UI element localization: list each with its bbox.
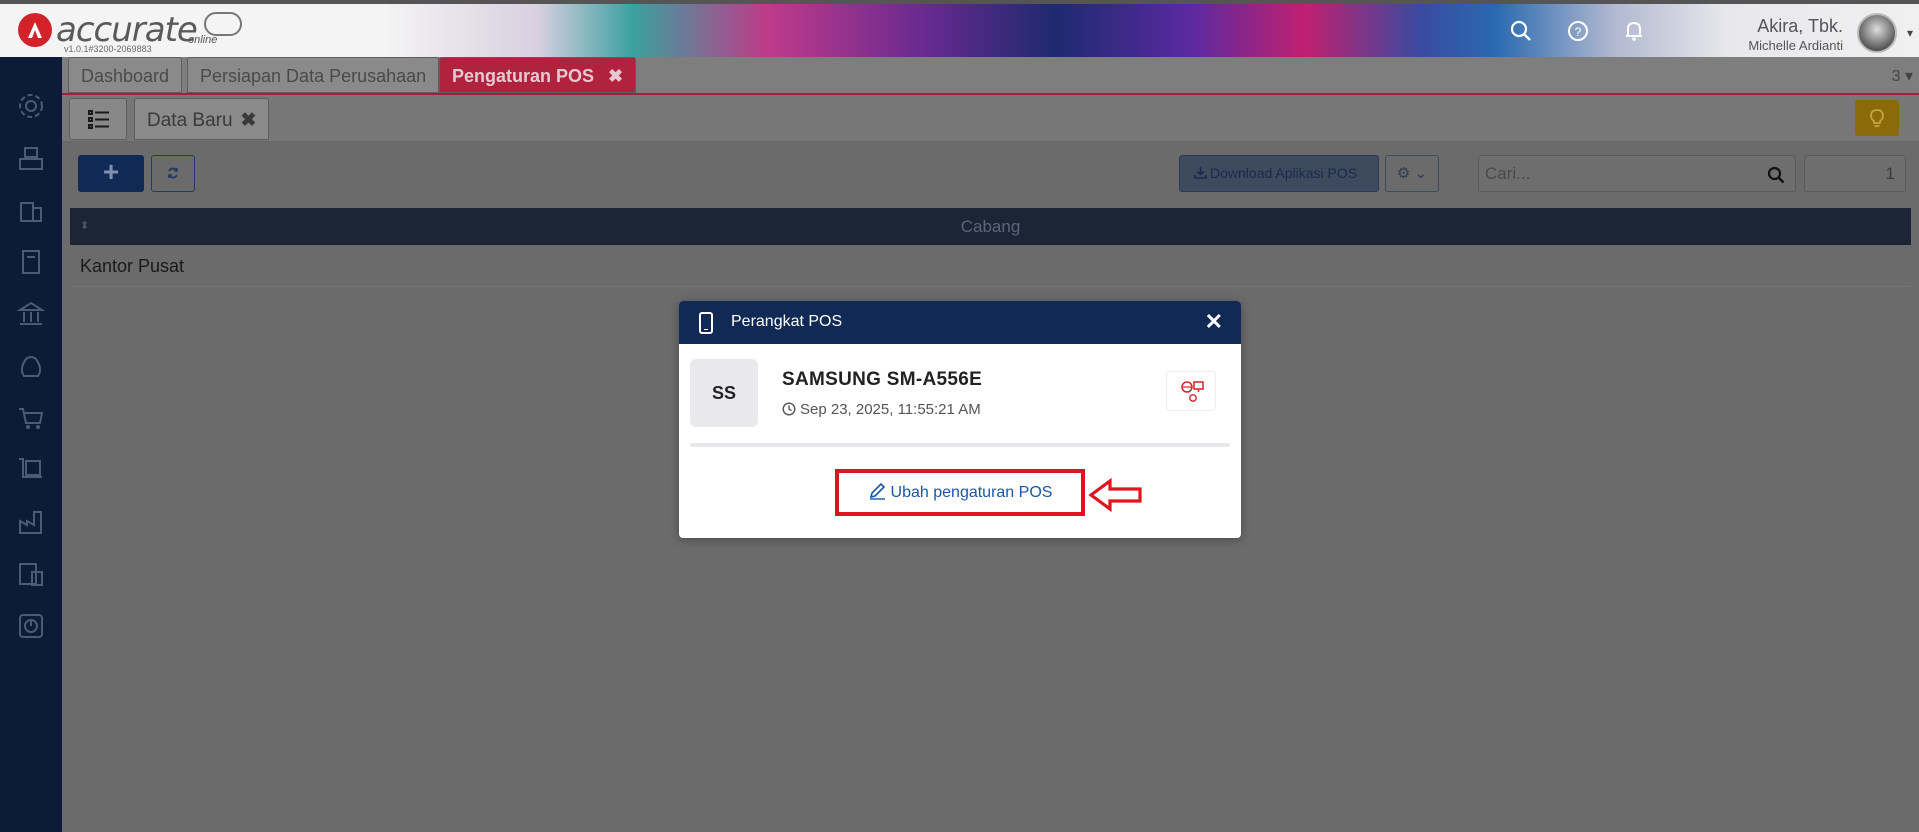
settings-dropdown-button[interactable]: ⚙ ⌄ bbox=[1385, 155, 1439, 192]
factory-icon[interactable] bbox=[16, 507, 46, 537]
version-label: v1.0.1#3200-2069883 bbox=[64, 44, 152, 54]
pencil-icon bbox=[869, 482, 885, 500]
help-icon[interactable]: ? bbox=[1565, 18, 1591, 44]
download-pos-app-button[interactable]: Download Aplikasi POS bbox=[1179, 155, 1379, 192]
chevron-down-icon[interactable]: ▾ bbox=[1907, 26, 1913, 40]
cloud-icon bbox=[204, 12, 242, 36]
svg-text:?: ? bbox=[1575, 25, 1582, 39]
device-network-button[interactable] bbox=[1166, 371, 1216, 411]
tab-label: Dashboard bbox=[81, 66, 170, 86]
gear-icon: ⚙ bbox=[1396, 165, 1411, 182]
edit-pos-settings-link[interactable]: Ubah pengaturan POS bbox=[835, 469, 1085, 516]
refresh-icon bbox=[168, 167, 178, 179]
divider bbox=[690, 443, 1230, 447]
chevron-down-icon: ⌄ bbox=[1414, 165, 1428, 182]
tax-icon[interactable] bbox=[16, 559, 46, 589]
modal-title: Perangkat POS bbox=[731, 313, 843, 330]
device-timestamp: Sep 23, 2025, 11:55:21 AM bbox=[782, 401, 981, 418]
book-icon[interactable] bbox=[16, 247, 46, 277]
column-header-cabang[interactable]: Cabang bbox=[961, 217, 1021, 236]
device-name: SAMSUNG SM-A556E bbox=[782, 369, 983, 390]
tab-pengaturan-pos[interactable]: Pengaturan POS ✖ bbox=[439, 57, 637, 93]
tab-persiapan-data[interactable]: Persiapan Data Perusahaan bbox=[187, 57, 440, 93]
user-name: Michelle Ardianti bbox=[1748, 38, 1843, 53]
list-icon bbox=[88, 110, 109, 129]
lightbulb-icon bbox=[1870, 109, 1884, 127]
search-box bbox=[1478, 155, 1796, 192]
modal-header: Perangkat POS ✕ bbox=[679, 301, 1241, 344]
refresh-button[interactable] bbox=[151, 155, 195, 192]
list-menu-button[interactable] bbox=[69, 98, 127, 140]
delivery-icon[interactable] bbox=[16, 455, 46, 485]
main-tabs: Dashboard Persiapan Data Perusahaan Peng… bbox=[62, 57, 1919, 95]
table-header: ⬍ Cabang bbox=[70, 208, 1911, 245]
tips-button[interactable] bbox=[1855, 100, 1899, 136]
bank-icon[interactable] bbox=[16, 299, 46, 329]
close-tab-icon[interactable]: ✖ bbox=[241, 110, 257, 131]
tab-data-baru[interactable]: Data Baru ✖ bbox=[134, 98, 270, 140]
network-settings-icon bbox=[1181, 381, 1204, 402]
add-button[interactable]: + bbox=[78, 155, 144, 192]
cart-icon[interactable] bbox=[16, 403, 46, 433]
sidebar bbox=[0, 57, 62, 832]
download-icon bbox=[1194, 167, 1207, 179]
timestamp-text: Sep 23, 2025, 11:55:21 AM bbox=[800, 401, 981, 418]
building-icon[interactable] bbox=[16, 195, 46, 225]
pos-device-modal: Perangkat POS ✕ SS SAMSUNG SM-A556E Sep … bbox=[679, 301, 1241, 538]
device-avatar: SS bbox=[690, 359, 758, 427]
sort-icon[interactable]: ⬍ bbox=[80, 208, 89, 245]
clock-icon bbox=[782, 402, 796, 416]
edit-label: Ubah pengaturan POS bbox=[890, 484, 1053, 501]
settings-icon[interactable] bbox=[16, 91, 46, 121]
tab-label: Pengaturan POS bbox=[452, 66, 595, 86]
close-tab-icon[interactable]: ✖ bbox=[608, 66, 623, 86]
company-name: Akira, Tbk. bbox=[1757, 16, 1843, 36]
tab-count: 3 bbox=[1891, 68, 1901, 85]
search-input[interactable] bbox=[1479, 156, 1749, 192]
table-row[interactable]: Kantor Pusat bbox=[70, 245, 1911, 287]
app-header: accurate online v1.0.1#3200-2069883 ? Ak… bbox=[0, 0, 1919, 57]
tab-dashboard[interactable]: Dashboard bbox=[68, 57, 183, 93]
bell-icon[interactable] bbox=[1621, 18, 1647, 44]
cash-register-icon[interactable] bbox=[16, 143, 46, 173]
report-icon[interactable] bbox=[16, 611, 46, 641]
page-number-input[interactable]: 1 bbox=[1804, 155, 1906, 192]
close-icon[interactable]: ✕ bbox=[1205, 309, 1223, 335]
search-icon[interactable] bbox=[1767, 166, 1785, 184]
tab-label: Persiapan Data Perusahaan bbox=[200, 66, 427, 86]
user-info[interactable]: Akira, Tbk. Michelle Ardianti bbox=[1748, 16, 1843, 53]
tab-count-dropdown[interactable]: 3 ▾ bbox=[1892, 66, 1913, 86]
avatar[interactable] bbox=[1857, 13, 1897, 53]
money-bag-icon[interactable] bbox=[16, 351, 46, 381]
sub-tabs: Data Baru ✖ bbox=[62, 95, 1919, 142]
cell-cabang: Kantor Pusat bbox=[80, 256, 185, 276]
accurate-logo-icon bbox=[18, 13, 52, 47]
brand-sub: online bbox=[188, 34, 218, 46]
tab-label: Data Baru bbox=[147, 110, 233, 131]
search-icon[interactable] bbox=[1508, 18, 1534, 44]
mobile-phone-icon bbox=[699, 312, 713, 334]
device-card: SS SAMSUNG SM-A556E Sep 23, 2025, 11:55:… bbox=[690, 359, 1230, 429]
annotation-arrow-icon bbox=[1088, 478, 1142, 512]
download-label: Download Aplikasi POS bbox=[1210, 165, 1358, 181]
